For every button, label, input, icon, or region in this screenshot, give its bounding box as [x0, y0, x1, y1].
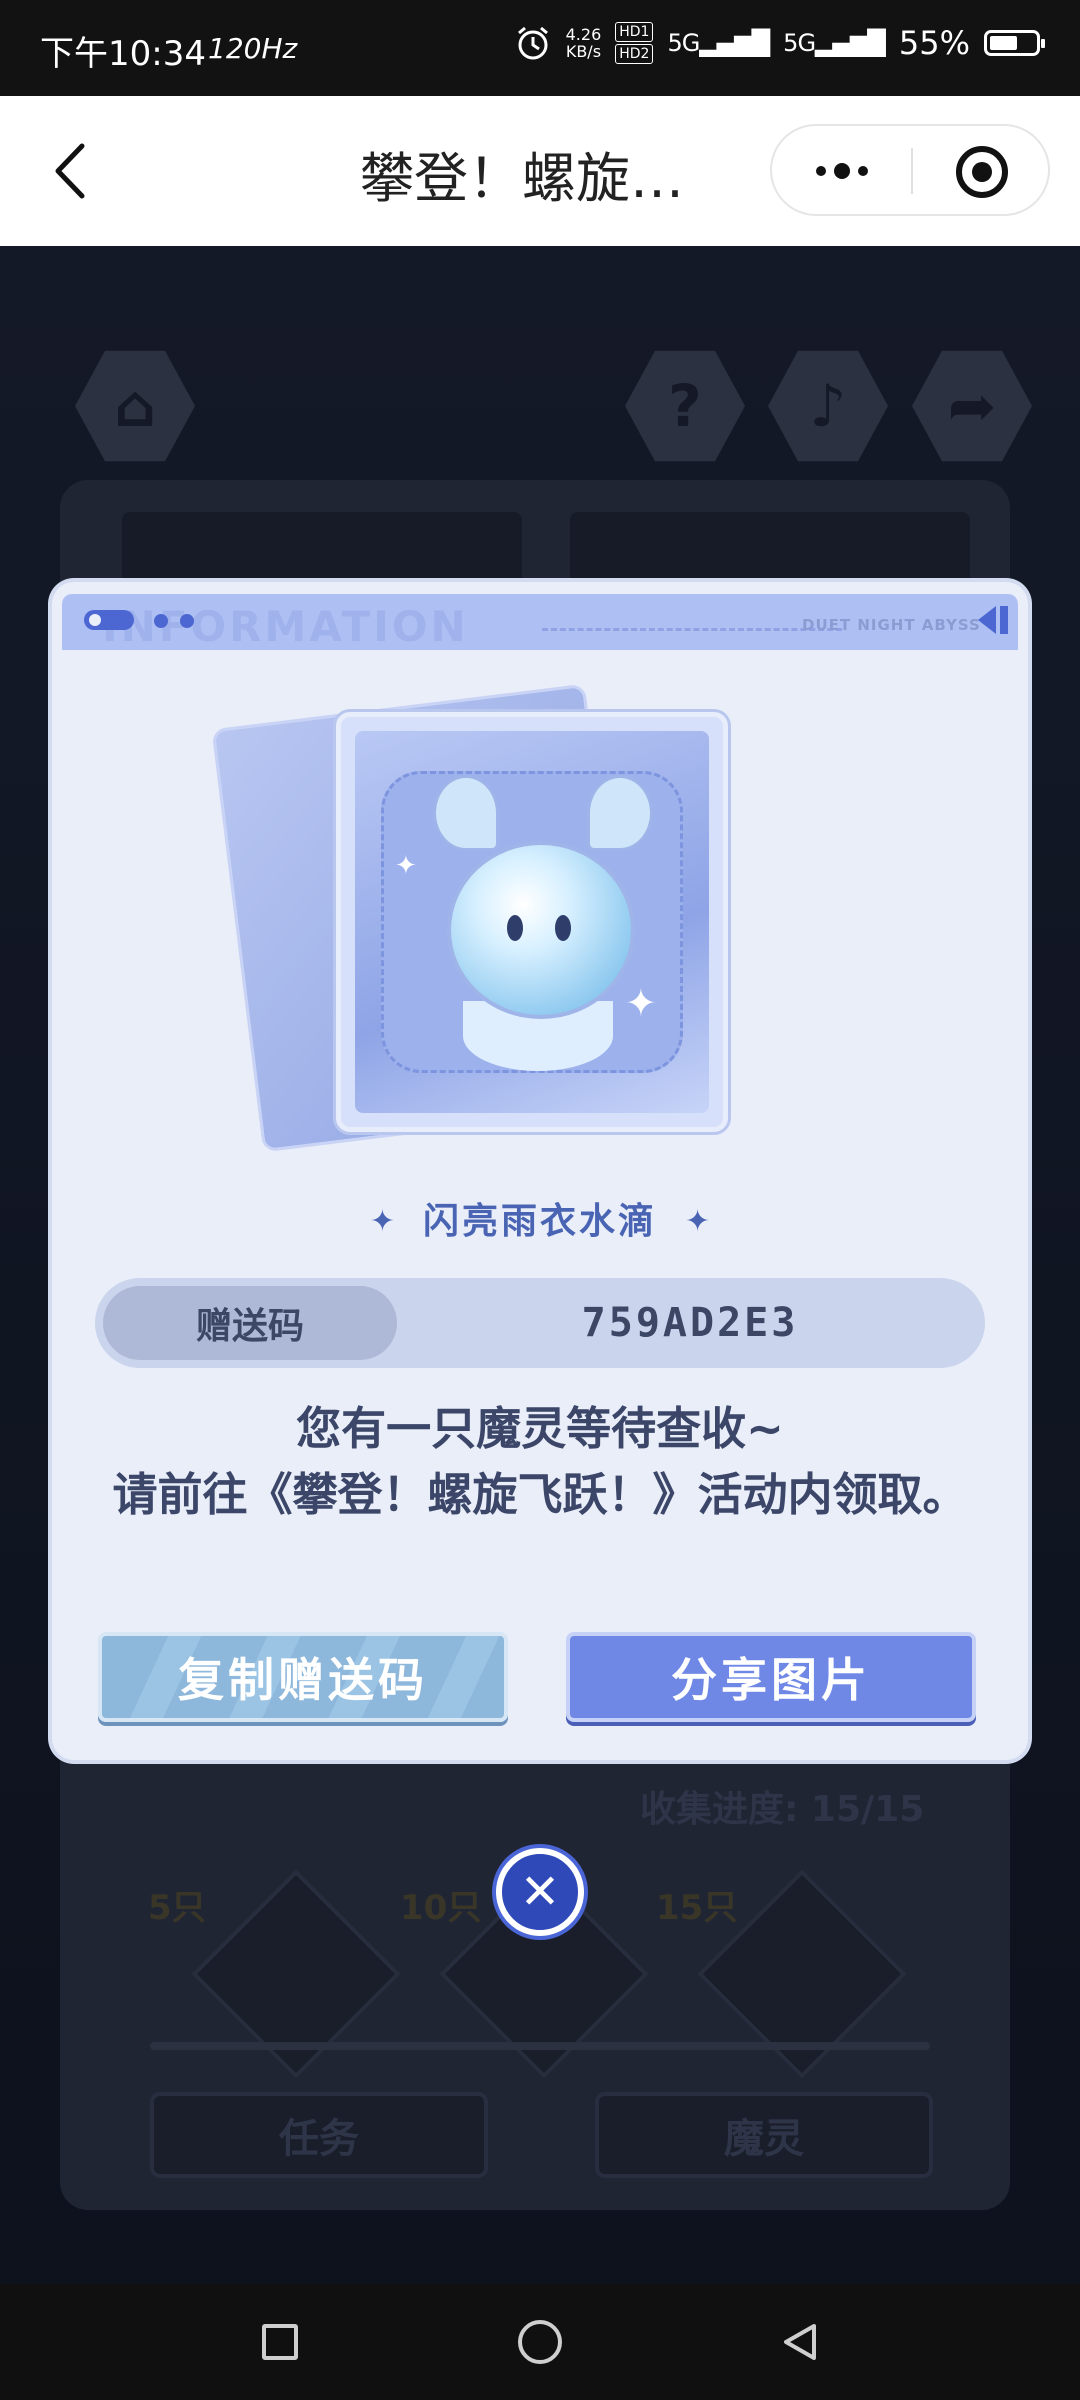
system-nav-bar: [0, 2284, 1080, 2400]
recent-apps-button[interactable]: [262, 2324, 298, 2360]
spirit-eye: [555, 915, 571, 941]
header-dot: [154, 614, 168, 628]
dot-icon: [816, 166, 826, 176]
dot-icon: [858, 166, 868, 176]
star-icon: ✦: [685, 1204, 711, 1239]
item-name: 闪亮雨衣水滴: [422, 1201, 657, 1242]
back-nav-button[interactable]: [778, 2320, 822, 2364]
mini-program-title-bar: 攀登！螺旋…: [0, 96, 1080, 246]
dot-icon: [834, 163, 850, 179]
spirit-eye: [507, 915, 523, 941]
alarm-icon: [517, 26, 548, 60]
gift-code-label: 赠送码: [103, 1286, 397, 1360]
close-icon[interactable]: ✕: [496, 1848, 584, 1936]
status-icons: 4.26 KB/s HD1 HD2 5G▂▄▆█ 5G▂▄▆█ 55%: [514, 22, 1045, 64]
modal-header: INFORMATION DUET NIGHT ABYSS: [62, 594, 1018, 651]
close-miniprogram-button[interactable]: [956, 146, 1008, 198]
header-dot: [180, 614, 194, 628]
home-button[interactable]: [518, 2320, 562, 2364]
battery-icon: [984, 30, 1045, 56]
signal-1: 5G▂▄▆█: [667, 29, 770, 57]
sparkle-icon: ✦: [395, 851, 417, 881]
more-button[interactable]: [802, 146, 882, 196]
header-arrow-icon: [978, 606, 996, 634]
network-speed: 4.26 KB/s: [565, 25, 602, 61]
battery-percent: 55%: [898, 24, 970, 62]
star-icon: ✦: [369, 1204, 395, 1239]
sparkle-icon: ✦: [625, 981, 657, 1025]
header-pill: [84, 610, 134, 630]
status-time: 下午10:34: [40, 34, 206, 74]
spirit-ear: [433, 775, 499, 851]
notice-line: 您有一只魔灵等待查收~: [296, 1402, 784, 1455]
notice-message: 您有一只魔灵等待查收~ 请前往《攀登！螺旋飞跃！》活动内领取。: [90, 1396, 990, 1528]
capsule-menu: [770, 124, 1050, 216]
gift-code-value: 759AD2E3: [581, 1300, 799, 1346]
notice-line: 请前往《攀登！螺旋飞跃！》活动内领取。: [112, 1468, 968, 1521]
gift-code-row: 赠送码 759AD2E3: [95, 1278, 985, 1368]
spirit-ear: [587, 775, 653, 851]
spirit-card: ✦ ✦: [336, 712, 728, 1132]
header-brand: DUET NIGHT ABYSS: [802, 616, 981, 634]
item-name-row: ✦ 闪亮雨衣水滴 ✦: [52, 1192, 1028, 1242]
share-image-button[interactable]: 分享图片: [566, 1632, 976, 1722]
capsule-divider: [911, 148, 913, 194]
card-art: ✦ ✦: [355, 731, 709, 1113]
status-bar: 下午10:34 120Hz 4.26 KB/s HD1 HD2 5G▂▄▆█ 5…: [0, 0, 1080, 96]
raincoat-droplet-image: [447, 841, 635, 1019]
refresh-rate: 120Hz: [208, 32, 298, 65]
page-title: 攀登！螺旋…: [360, 147, 684, 210]
signal-2: 5G▂▄▆█: [783, 29, 886, 57]
back-button[interactable]: [38, 136, 108, 206]
header-bar: [1000, 606, 1008, 634]
header-dashes: [542, 628, 842, 631]
copy-gift-code-button[interactable]: 复制赠送码: [98, 1632, 508, 1722]
hd-badge: HD1 HD2: [615, 22, 654, 64]
